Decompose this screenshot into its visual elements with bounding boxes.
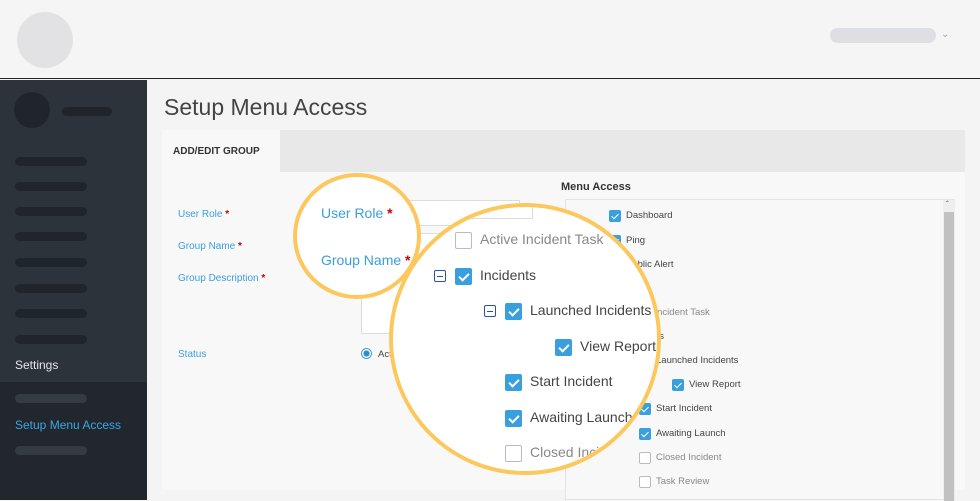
menu-checkbox[interactable] <box>639 428 651 440</box>
sidebar-item-settings[interactable]: Settings <box>15 358 58 372</box>
menu-item-label: Ping <box>626 235 646 246</box>
menu-item-label-zoomed: Launched Incidents <box>530 302 652 318</box>
magnifier-large: Active Incident Task Incidents Launched In… <box>389 203 661 475</box>
status-active-radio[interactable] <box>361 348 372 359</box>
submenu: Setup Menu Access <box>0 382 147 500</box>
menu-item-label-zoomed: Awaiting Launch <box>530 409 633 425</box>
menu-checkbox-zoomed[interactable] <box>505 410 522 427</box>
menu-checkbox-zoomed[interactable] <box>505 445 522 462</box>
menu-item-label-zoomed: Active Incident Task <box>480 231 604 247</box>
group-name-label-zoomed: Group Name * <box>321 252 411 268</box>
tab-add-edit-group[interactable]: ADD/EDIT GROUP <box>162 130 280 172</box>
user-menu[interactable] <box>830 28 936 43</box>
menu-item-label-zoomed: View Report <box>580 338 657 354</box>
submenu-item[interactable] <box>15 394 87 403</box>
sidebar-item[interactable] <box>15 157 87 166</box>
menu-checkbox[interactable] <box>672 379 684 391</box>
menu-item-label: View Report <box>689 379 741 390</box>
logo-placeholder <box>17 12 73 68</box>
tab-bar <box>162 130 965 172</box>
sidebar-item[interactable] <box>15 258 87 267</box>
menu-checkbox[interactable] <box>639 452 651 464</box>
user-role-label-zoomed: User Role * <box>321 205 393 221</box>
menu-checkbox-zoomed[interactable] <box>555 339 572 356</box>
menu-checkbox-zoomed[interactable] <box>455 232 472 249</box>
group-description-label: Group Description * <box>178 273 266 284</box>
chevron-down-icon[interactable]: ⌄ <box>941 29 949 40</box>
tab-label: ADD/EDIT GROUP <box>173 146 260 157</box>
sidebar-item-setup-menu-access[interactable]: Setup Menu Access <box>15 418 121 432</box>
top-bar: ⌄ <box>0 0 980 79</box>
scrollbar-thumb[interactable] <box>944 212 954 501</box>
sidebar-item[interactable] <box>15 207 87 216</box>
menu-checkbox-zoomed[interactable] <box>505 303 522 320</box>
submenu-item[interactable] <box>15 446 87 455</box>
sidebar-item[interactable] <box>15 309 87 318</box>
menu-checkbox-zoomed[interactable] <box>505 374 522 391</box>
scrollbar[interactable]: ˆ <box>943 200 955 501</box>
collapse-icon[interactable] <box>434 270 446 282</box>
group-name-label: Group Name * <box>178 241 242 252</box>
menu-item-label: Awaiting Launch <box>656 428 726 439</box>
avatar <box>14 92 50 128</box>
menu-access-title: Menu Access <box>561 181 631 193</box>
menu-checkbox[interactable] <box>609 210 621 222</box>
menu-item-label: Closed Incident <box>656 452 722 463</box>
page-title: Setup Menu Access <box>164 94 368 120</box>
menu-checkbox[interactable] <box>639 476 651 488</box>
scroll-up-icon[interactable]: ˆ <box>946 200 949 209</box>
menu-item-label-zoomed: Start Incident <box>530 373 613 389</box>
sidebar: Settings Setup Menu Access <box>0 80 147 500</box>
sidebar-item[interactable] <box>15 284 87 293</box>
menu-item-label-zoomed: Closed Incid <box>530 444 608 460</box>
sidebar-item[interactable] <box>15 232 87 241</box>
menu-item-label: Launched Incidents <box>656 355 739 366</box>
menu-item-label: Task Review <box>656 476 710 487</box>
status-label: Status <box>178 349 207 360</box>
username-placeholder <box>62 107 112 116</box>
sidebar-item[interactable] <box>15 335 87 344</box>
user-role-label: User Role * <box>178 209 230 220</box>
menu-item-label-zoomed: Incidents <box>480 267 537 283</box>
menu-checkbox-zoomed[interactable] <box>455 268 472 285</box>
sidebar-item[interactable] <box>15 182 87 191</box>
menu-item-label: Dashboard <box>626 210 673 221</box>
menu-item-label: Start Incident <box>656 403 712 414</box>
collapse-icon[interactable] <box>484 305 496 317</box>
